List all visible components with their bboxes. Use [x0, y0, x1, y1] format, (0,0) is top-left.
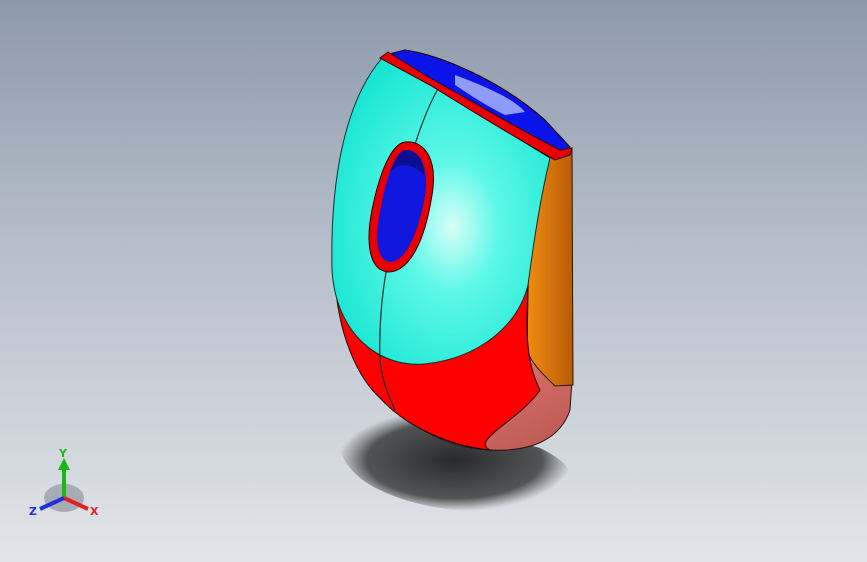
triad-z-label: Z [29, 505, 37, 518]
orientation-triad[interactable]: Y X Z [22, 446, 112, 526]
graphics-viewport[interactable]: Y X Z [0, 0, 867, 562]
triad-y-label: Y [59, 447, 67, 460]
model-view[interactable] [0, 0, 867, 562]
triad-x-label: X [90, 505, 99, 518]
